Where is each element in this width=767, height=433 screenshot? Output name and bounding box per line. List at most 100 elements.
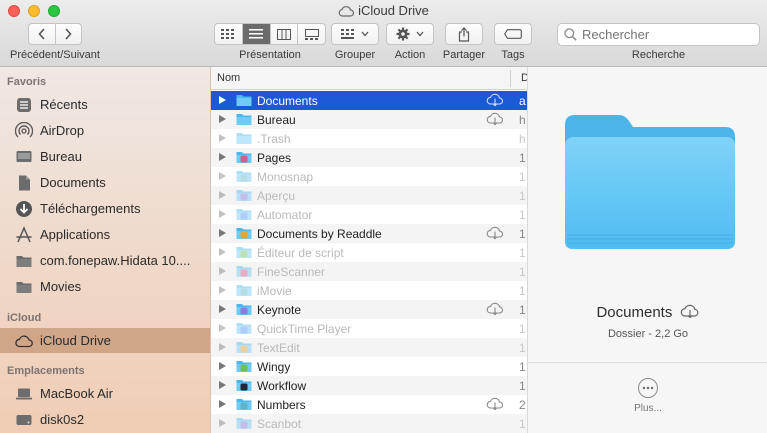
group-button[interactable]: [331, 23, 379, 45]
back-button[interactable]: [29, 24, 56, 44]
file-row[interactable]: TextEdit 1: [211, 338, 527, 357]
cloud-download-icon[interactable]: [680, 304, 700, 319]
sidebar-item-documents[interactable]: Documents: [0, 170, 210, 195]
search-icon: [564, 28, 577, 41]
file-row[interactable]: QuickTime Player 1: [211, 319, 527, 338]
cloud-download-icon[interactable]: [486, 226, 504, 243]
search-input[interactable]: [582, 27, 752, 42]
column-divider[interactable]: [510, 70, 511, 87]
disclosure-triangle-icon[interactable]: [219, 96, 226, 104]
file-row[interactable]: Keynote 1: [211, 300, 527, 319]
more-button[interactable]: [638, 378, 658, 398]
preview-name: Documents: [596, 304, 673, 321]
app-folder-icon: [236, 283, 252, 297]
disclosure-triangle-icon[interactable]: [219, 362, 226, 370]
disclosure-triangle-icon[interactable]: [219, 343, 226, 351]
disclosure-triangle-icon[interactable]: [219, 134, 226, 142]
ellipsis-icon: [642, 386, 654, 390]
list-view-button[interactable]: [242, 24, 271, 44]
disclosure-triangle-icon[interactable]: [219, 400, 226, 408]
file-name: FineScanner: [257, 265, 326, 279]
sidebar-item-disk0s2[interactable]: disk0s2: [0, 407, 210, 432]
sidebar-item-label: iCloud Drive: [40, 333, 111, 348]
sidebar-item-movies[interactable]: Movies: [0, 274, 210, 299]
sidebar-item-label: AirDrop: [40, 123, 85, 138]
disclosure-triangle-icon[interactable]: [219, 324, 226, 332]
search-field[interactable]: [557, 23, 760, 46]
preview-pane: Documents Dossier - 2,2 Go Plus...: [527, 67, 767, 433]
disclosure-triangle-icon[interactable]: [219, 210, 226, 218]
file-row[interactable]: Wingy 1: [211, 357, 527, 376]
sidebar-item-label: Documents: [40, 175, 106, 190]
sidebar-item-recents[interactable]: Récents: [0, 92, 210, 117]
file-row[interactable]: FineScanner 1: [211, 262, 527, 281]
disclosure-triangle-icon[interactable]: [219, 419, 226, 427]
preview-info: Dossier - 2,2 Go: [607, 328, 689, 340]
chevron-down-icon: [416, 31, 423, 37]
group-label: Grouper: [334, 49, 376, 61]
file-date: 1: [519, 379, 526, 393]
file-row[interactable]: Aperçu 1: [211, 186, 527, 205]
file-row[interactable]: Scanbot 1: [211, 414, 527, 433]
file-row[interactable]: Bureau h: [211, 110, 527, 129]
sidebar-item-label: Movies: [40, 279, 82, 294]
file-date: 1: [519, 303, 526, 317]
tag-icon: [504, 29, 522, 39]
sidebar-item-icloud-drive[interactable]: iCloud Drive: [0, 328, 210, 353]
file-row[interactable]: Documents a: [211, 91, 527, 110]
app-folder-icon: [236, 416, 252, 430]
cloud-download-icon[interactable]: [486, 302, 504, 319]
disclosure-triangle-icon[interactable]: [219, 381, 226, 389]
cloud-download-icon[interactable]: [486, 397, 504, 414]
app-folder-icon: [236, 359, 252, 373]
sidebar-item-airdrop[interactable]: AirDrop: [0, 118, 210, 143]
sidebar-item-label: Applications: [40, 227, 111, 242]
app-folder-icon: [236, 150, 252, 164]
grid-icon: [221, 29, 235, 39]
airdrop-icon: [14, 121, 34, 141]
file-row[interactable]: iMovie 1: [211, 281, 527, 300]
column-view-button[interactable]: [271, 24, 299, 44]
sidebar-item-macbook-air[interactable]: MacBook Air: [0, 381, 210, 406]
disclosure-triangle-icon[interactable]: [219, 229, 226, 237]
divider: [528, 362, 767, 363]
disclosure-triangle-icon[interactable]: [219, 248, 226, 256]
sidebar-item-desktop[interactable]: Bureau: [0, 144, 210, 169]
file-date: 2: [519, 398, 526, 412]
disclosure-triangle-icon[interactable]: [219, 267, 226, 275]
file-name: QuickTime Player: [257, 322, 352, 336]
large-folder-icon: [565, 115, 735, 249]
app-folder-icon: [236, 188, 252, 202]
file-row[interactable]: Automator 1: [211, 205, 527, 224]
file-date: 1: [519, 151, 526, 165]
chevron-right-icon: [65, 28, 72, 40]
file-row[interactable]: .Trash h: [211, 129, 527, 148]
file-name: Wingy: [257, 360, 291, 374]
file-row[interactable]: Documents by Readdle 1: [211, 224, 527, 243]
disclosure-triangle-icon[interactable]: [219, 115, 226, 123]
sidebar-item-fonepaw[interactable]: com.fonepaw.Hidata 10....: [0, 248, 210, 273]
action-button[interactable]: [386, 23, 434, 45]
forward-button[interactable]: [56, 24, 82, 44]
share-button[interactable]: [445, 23, 483, 45]
file-row[interactable]: Monosnap 1: [211, 167, 527, 186]
file-row[interactable]: Numbers 2: [211, 395, 527, 414]
disclosure-triangle-icon[interactable]: [219, 172, 226, 180]
disclosure-triangle-icon[interactable]: [219, 153, 226, 161]
folder-icon: [14, 277, 34, 297]
file-row[interactable]: Pages 1: [211, 148, 527, 167]
cloud-download-icon[interactable]: [486, 112, 504, 129]
sidebar-item-applications[interactable]: Applications: [0, 222, 210, 247]
tags-button[interactable]: [494, 23, 532, 45]
gallery-view-button[interactable]: [298, 24, 325, 44]
cloud-download-icon[interactable]: [486, 93, 504, 110]
disclosure-triangle-icon[interactable]: [219, 286, 226, 294]
file-date: 1: [519, 265, 526, 279]
file-row[interactable]: Workflow 1: [211, 376, 527, 395]
column-header-name[interactable]: Nom: [217, 72, 240, 84]
sidebar-item-downloads[interactable]: Téléchargements: [0, 196, 210, 221]
disclosure-triangle-icon[interactable]: [219, 305, 226, 313]
file-row[interactable]: Éditeur de script 1: [211, 243, 527, 262]
icon-view-button[interactable]: [215, 24, 243, 44]
disclosure-triangle-icon[interactable]: [219, 191, 226, 199]
